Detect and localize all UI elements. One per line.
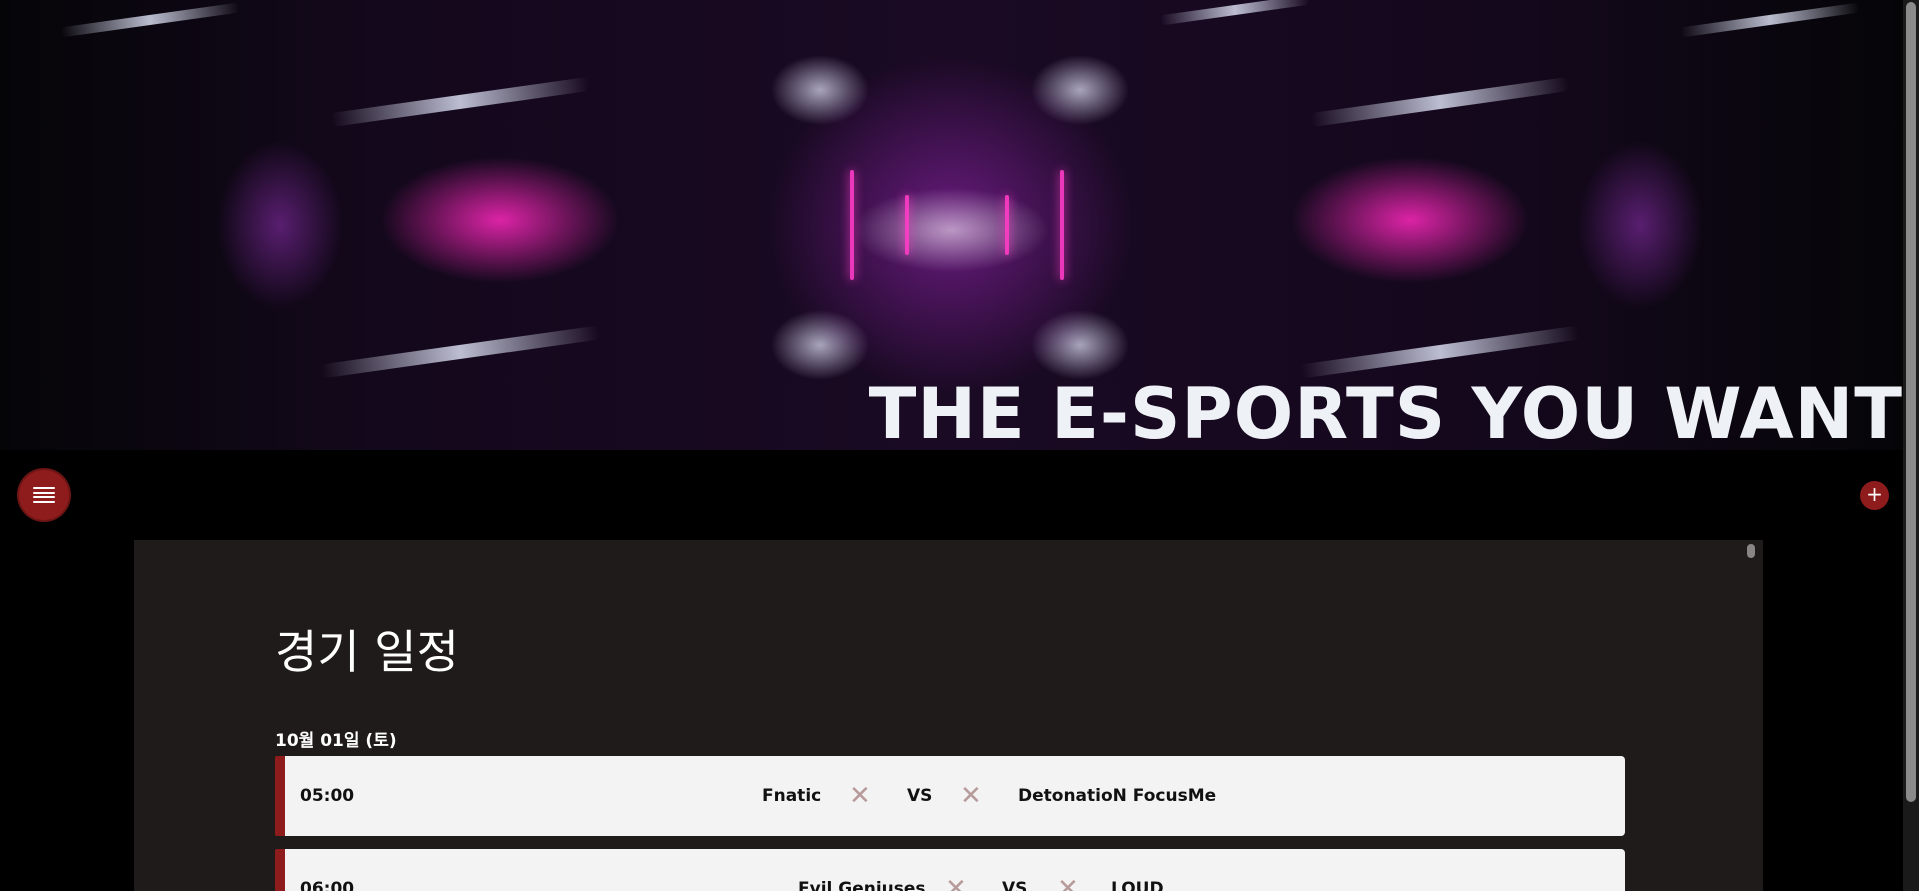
neon-bar (1060, 170, 1064, 280)
neon-bar (850, 170, 854, 280)
team-logo-placeholder-icon: ✕ (960, 781, 982, 811)
window-scrollbar-thumb[interactable] (1906, 2, 1916, 802)
team-logo-placeholder-icon: ✕ (945, 874, 967, 891)
team-a-name: Fnatic (762, 786, 822, 806)
light-strip (1300, 325, 1580, 379)
versus-label: VS (907, 786, 933, 806)
light-strip (60, 2, 240, 38)
team-logo-placeholder-icon: ✕ (1057, 874, 1079, 891)
light-strip (320, 325, 600, 379)
hero-banner: THE E-SPORTS YOU WANT (0, 0, 1903, 450)
versus-label: VS (1002, 879, 1028, 891)
page-title: 경기 일정 (275, 625, 459, 679)
match-time: 06:00 (300, 879, 355, 891)
date-heading: 10월 01일 (토) (275, 731, 397, 751)
panel-scrollbar[interactable] (1747, 544, 1755, 558)
light-strip (1310, 76, 1570, 128)
team-b-name: LOUD (1111, 879, 1164, 891)
neon-bar (1005, 195, 1009, 255)
match-row[interactable]: 06:00 Evil Geniuses ✕ VS ✕ LOUD (275, 849, 1625, 891)
light-strip (330, 76, 590, 128)
match-time: 05:00 (300, 786, 355, 806)
neon-bar (905, 195, 909, 255)
hamburger-menu-icon (33, 487, 55, 503)
schedule-panel: 경기 일정 10월 01일 (토) 05:00 Fnatic ✕ VS ✕ De… (134, 540, 1763, 891)
hero-tagline: THE E-SPORTS YOU WANT (868, 378, 1903, 450)
team-a-name: Evil Geniuses (798, 879, 926, 891)
menu-button[interactable] (19, 470, 69, 520)
window-scrollbar[interactable] (1903, 0, 1919, 891)
add-button[interactable]: + (1860, 481, 1889, 510)
light-strip (1160, 0, 1310, 26)
team-logo-placeholder-icon: ✕ (849, 781, 871, 811)
team-b-name: DetonatioN FocusMe (1018, 786, 1217, 806)
match-row[interactable]: 05:00 Fnatic ✕ VS ✕ DetonatioN FocusMe (275, 756, 1625, 836)
light-strip (1680, 2, 1860, 38)
